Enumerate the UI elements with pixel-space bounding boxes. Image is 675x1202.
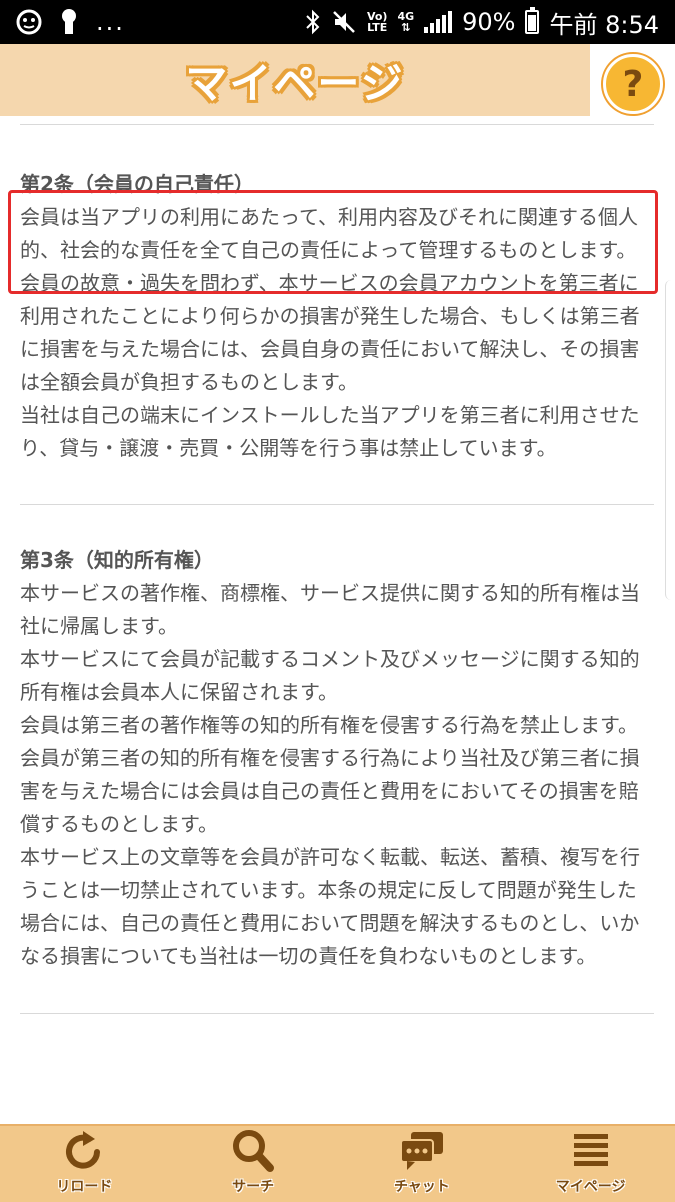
app-notification-icon xyxy=(16,9,42,35)
nav-mypage[interactable]: マイページ xyxy=(506,1126,675,1202)
menu-list-icon xyxy=(573,1134,608,1166)
nav-label: リロード xyxy=(56,1179,113,1195)
article-paragraph: 会員が第三者の知的所有権を侵害する行為により当社及び第三者に損害を与えた場合には… xyxy=(20,746,640,836)
scroll-indicator[interactable] xyxy=(665,280,675,600)
article-paragraph: 本サービス上の文章等を会員が許可なく転載、転送、蓄積、複写を行うことは一切禁止さ… xyxy=(20,845,640,968)
divider xyxy=(20,124,654,125)
article-paragraph: 会員の故意・過失を問わず、本サービスの会員アカウントを第三者に利用されたことによ… xyxy=(20,271,640,394)
search-icon xyxy=(233,1130,275,1172)
nav-reload[interactable]: リロード xyxy=(0,1126,169,1202)
divider xyxy=(20,1013,654,1014)
battery-icon xyxy=(525,7,540,34)
nav-chat[interactable]: チャット xyxy=(338,1126,507,1202)
volte-indicator: Vo) LTE xyxy=(366,10,388,34)
nav-label: サーチ xyxy=(232,1179,275,1195)
nav-label: チャット xyxy=(393,1179,450,1195)
article-title: 第3条（知的所有権） xyxy=(20,548,214,572)
divider xyxy=(20,504,654,505)
terms-content: 第2条（会員の自己責任） 会員は当アプリの利用にあたって、利用内容及びそれに関連… xyxy=(20,116,654,1014)
signal-strength-icon xyxy=(424,11,453,33)
mute-icon xyxy=(333,11,355,33)
page-title: マイページ xyxy=(185,58,405,108)
status-bar: ... Vo) LTE 4G ⇅ 90% 午前 8:54 xyxy=(0,0,675,44)
help-button[interactable]: ? xyxy=(603,54,663,114)
nav-search[interactable]: サーチ xyxy=(169,1126,338,1202)
article-2: 第2条（会員の自己責任） 会員は当アプリの利用にあたって、利用内容及びそれに関連… xyxy=(20,168,654,465)
article-title: 第2条（会員の自己責任） xyxy=(20,172,254,196)
more-notifications: ... xyxy=(96,8,125,36)
article-paragraph: 本サービスの著作権、商標権、サービス提供に関する知的所有権は当社に帰属します。 xyxy=(20,581,640,638)
chat-icon xyxy=(399,1132,443,1170)
question-mark-icon: ? xyxy=(622,63,644,105)
clock: 午前 8:54 xyxy=(549,10,659,39)
article-paragraph: 会員は第三者の著作権等の知的所有権を侵害する行為を禁止します。 xyxy=(20,713,638,737)
article-paragraph: 会員は当アプリの利用にあたって、利用内容及びそれに関連する個人的、社会的な責任を… xyxy=(20,205,638,262)
article-3: 第3条（知的所有権） 本サービスの著作権、商標権、サービス提供に関する知的所有権… xyxy=(20,544,654,973)
bottom-nav: リロード サーチ チャット マイページ xyxy=(0,1124,675,1202)
reload-icon xyxy=(66,1131,101,1169)
keyhole-icon xyxy=(62,9,76,34)
network-type: 4G ⇅ xyxy=(397,10,415,34)
bluetooth-icon xyxy=(306,9,320,35)
article-paragraph: 本サービスにて会員が記載するコメント及びメッセージに関する知的所有権は会員本人に… xyxy=(20,647,640,704)
article-paragraph: 当社は自己の端末にインストールした当アプリを第三者に利用させたり、貸与・譲渡・売… xyxy=(20,403,640,460)
battery-percentage: 90% xyxy=(462,8,516,36)
nav-label: マイページ xyxy=(555,1179,626,1195)
